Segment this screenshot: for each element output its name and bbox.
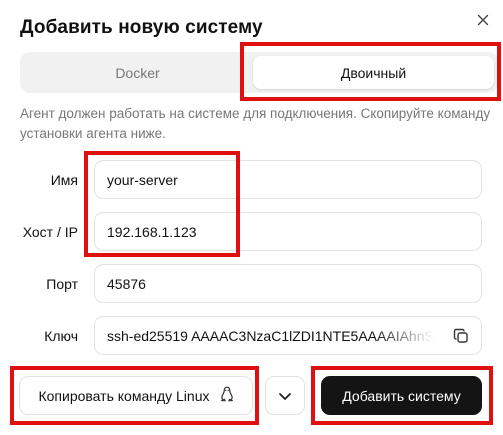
close-icon-glyph [477,14,489,26]
dialog-title: Добавить новую систему [20,17,263,38]
close-icon[interactable] [473,10,493,30]
agent-description: Агент должен работать на системе для под… [20,106,491,141]
key-value: ssh-ed25519 AAAAC3NzaC1lZDI1NTE5AAAAIAhn… [107,327,434,344]
copy-icon-glyph [453,328,468,343]
port-field[interactable]: 45876 [94,264,482,303]
port-label: Порт [46,276,78,292]
chevron-down-icon [279,392,291,400]
host-label: Хост / IP [22,224,78,240]
host-field[interactable]: 192.168.1.123 [94,212,482,251]
key-label: Ключ [44,328,78,344]
copy-icon[interactable] [453,328,469,344]
key-field[interactable]: ssh-ed25519 AAAAC3NzaC1lZDI1NTE5AAAAIAhn… [94,316,482,355]
add-system-button[interactable]: Добавить систему [321,376,482,415]
linux-tux-icon-glyph [220,386,233,402]
linux-tux-icon [220,386,234,405]
tab-binary[interactable]: Двоичный [253,56,494,89]
copy-options-dropdown-button[interactable] [265,376,305,415]
name-label: Имя [50,172,78,188]
copy-linux-command-button[interactable]: Копировать команду Linux [19,376,253,415]
copy-command-label: Копировать команду Linux [38,387,210,404]
install-method-tabs: Docker Двоичный [20,52,498,93]
name-field[interactable]: your-server [94,160,482,199]
tab-docker[interactable]: Docker [24,56,251,89]
